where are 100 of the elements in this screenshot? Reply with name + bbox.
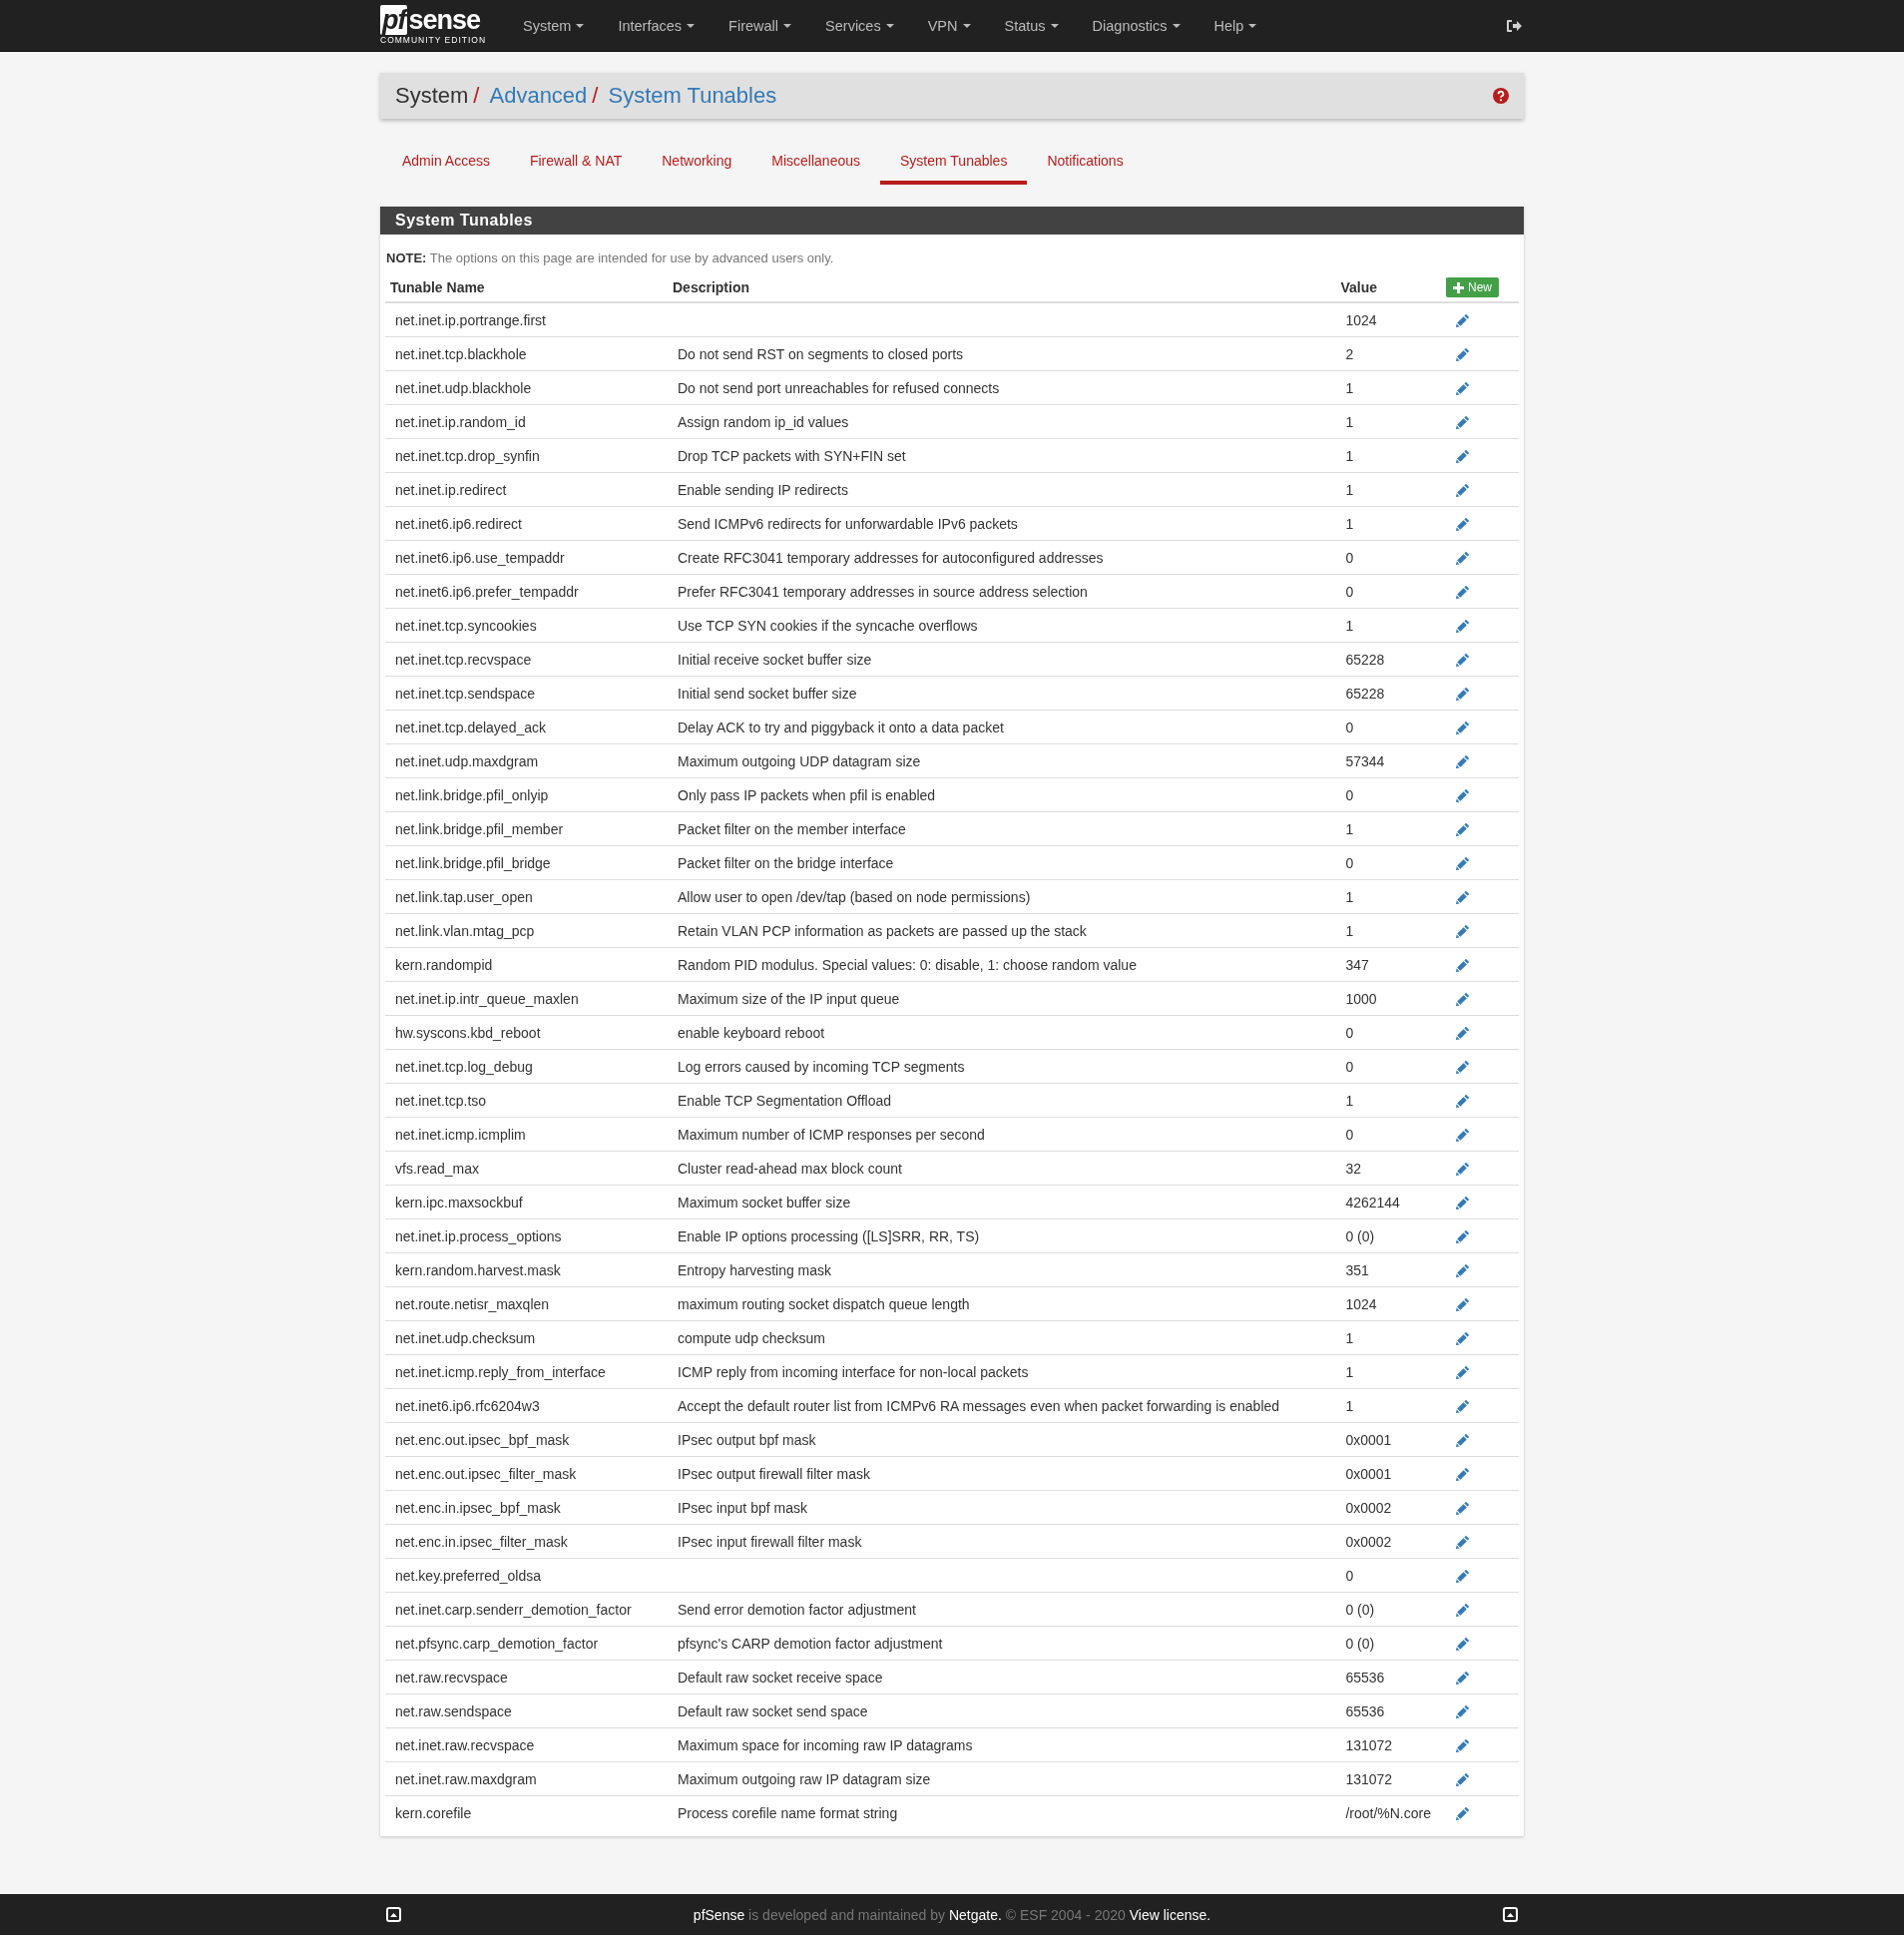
table-cell: net.pfsync.carp_demotion_factor <box>385 1626 668 1661</box>
nav-menu[interactable]: Diagnostics <box>1075 17 1197 34</box>
logout-icon[interactable] <box>1506 18 1522 33</box>
pencil-icon[interactable] <box>1456 855 1470 870</box>
nav-menu[interactable]: System <box>506 17 602 34</box>
pencil-icon[interactable] <box>1456 1670 1470 1685</box>
table-cell: 1 <box>1335 506 1441 541</box>
pencil-icon[interactable] <box>1456 380 1470 395</box>
pencil-icon[interactable] <box>1456 991 1470 1006</box>
pencil-icon[interactable] <box>1456 482 1470 497</box>
tab[interactable]: Networking <box>642 139 752 185</box>
pencil-icon[interactable] <box>1456 753 1470 768</box>
caret-icon <box>687 23 696 28</box>
table-cell: net.inet.udp.maxdgram <box>385 743 668 778</box>
table-cell: IPsec input bpf mask <box>678 1499 807 1516</box>
table-cell: Packet filter on the member interface <box>678 820 906 837</box>
table-cell: 1 <box>1335 1320 1441 1355</box>
table-cell: 65228 <box>1335 676 1441 711</box>
footer-link[interactable]: Netgate. <box>948 1906 1002 1923</box>
table-cell: maximum routing socket dispatch queue length <box>678 1295 970 1312</box>
pencil-icon[interactable] <box>1456 720 1470 734</box>
pencil-icon[interactable] <box>1456 1364 1470 1379</box>
footer-text: pfSense is developed and maintained by Netgate. © ESF 2004 - 2020 View license. <box>693 1906 1211 1923</box>
table-cell: Default raw socket receive space <box>678 1669 883 1686</box>
table-cell: net.inet.carp.senderr_demotion_factor <box>385 1592 668 1627</box>
pencil-icon[interactable] <box>1456 787 1470 802</box>
pencil-icon[interactable] <box>1456 1059 1470 1074</box>
pencil-icon[interactable] <box>1456 889 1470 904</box>
pencil-icon[interactable] <box>1456 1805 1470 1820</box>
pencil-icon[interactable] <box>1456 1602 1470 1617</box>
table-cell: Maximum outgoing UDP datagram size <box>678 752 921 769</box>
pencil-icon[interactable] <box>1456 414 1470 429</box>
pencil-icon[interactable] <box>1456 1161 1470 1176</box>
pencil-icon[interactable] <box>1456 1703 1470 1718</box>
scroll-up-icon[interactable] <box>386 1907 401 1922</box>
nav-menu[interactable]: VPN <box>910 17 988 34</box>
table-cell: net.inet.icmp.icmplim <box>385 1117 668 1152</box>
pencil-icon[interactable] <box>1456 1636 1470 1651</box>
footer-link[interactable]: pfSense <box>693 1906 745 1923</box>
tab[interactable]: System Tunables <box>880 139 1028 185</box>
pencil-icon[interactable] <box>1456 1398 1470 1413</box>
caret-icon <box>1172 23 1181 28</box>
tab[interactable]: Notifications <box>1027 139 1144 185</box>
tab[interactable]: Miscellaneous <box>751 139 880 185</box>
pencil-icon[interactable] <box>1456 1534 1470 1549</box>
table-cell: Initial send socket buffer size <box>678 685 857 702</box>
nav-menu[interactable]: Interfaces <box>601 17 713 34</box>
pencil-icon[interactable] <box>1456 652 1470 667</box>
table-cell: net.enc.in.ipsec_bpf_mask <box>385 1490 668 1525</box>
table-cell: 0 <box>1335 1049 1441 1084</box>
pencil-icon[interactable] <box>1456 550 1470 565</box>
table-cell: net.inet6.ip6.rfc6204w3 <box>385 1388 668 1423</box>
table-cell: net.inet.tcp.log_debug <box>385 1049 668 1084</box>
table-cell: Allow user to open /dev/tap (based on node permissions) <box>678 888 1031 905</box>
table-cell: 32 <box>1335 1151 1441 1186</box>
pencil-icon[interactable] <box>1456 1195 1470 1209</box>
table-cell: 0 <box>1335 540 1441 575</box>
tab[interactable]: Firewall & NAT <box>509 139 643 185</box>
pencil-icon[interactable] <box>1456 1500 1470 1515</box>
nav-menu[interactable]: Services <box>808 17 911 34</box>
pencil-icon[interactable] <box>1456 1025 1470 1040</box>
table-cell: net.enc.out.ipsec_bpf_mask <box>385 1422 668 1457</box>
table-cell: net.link.bridge.pfil_bridge <box>385 845 668 880</box>
table-cell: net.inet.tcp.delayed_ack <box>385 710 668 744</box>
table-cell: 1 <box>1335 811 1441 846</box>
pencil-icon[interactable] <box>1456 618 1470 633</box>
pencil-icon[interactable] <box>1456 1262 1470 1277</box>
pencil-icon[interactable] <box>1456 1330 1470 1345</box>
pencil-icon[interactable] <box>1456 686 1470 701</box>
tab[interactable]: Admin Access <box>382 139 510 185</box>
table-cell: Maximum outgoing raw IP datagram size <box>678 1770 931 1787</box>
pencil-icon[interactable] <box>1456 584 1470 599</box>
nav-menu[interactable]: Status <box>987 17 1076 34</box>
pencil-icon[interactable] <box>1456 448 1470 463</box>
nav-menu[interactable]: Help <box>1196 17 1274 34</box>
pencil-icon[interactable] <box>1456 1771 1470 1786</box>
nav-menu[interactable]: Firewall <box>712 17 809 34</box>
pencil-icon[interactable] <box>1456 346 1470 361</box>
scroll-up-icon[interactable] <box>1503 1907 1518 1922</box>
pfsense-logo[interactable]: pfsense COMMUNITY EDITION <box>380 6 487 45</box>
pencil-icon[interactable] <box>1456 1127 1470 1142</box>
pencil-icon[interactable] <box>1456 923 1470 938</box>
pencil-icon[interactable] <box>1456 1228 1470 1243</box>
pencil-icon[interactable] <box>1456 1737 1470 1752</box>
pencil-icon[interactable] <box>1456 1093 1470 1108</box>
pencil-icon[interactable] <box>1456 1466 1470 1481</box>
pencil-icon[interactable] <box>1456 1432 1470 1447</box>
footer-link[interactable]: View license. <box>1129 1906 1211 1923</box>
table-cell: net.inet6.ip6.use_tempaddr <box>385 540 668 575</box>
pencil-icon[interactable] <box>1456 516 1470 531</box>
pencil-icon[interactable] <box>1456 312 1470 327</box>
column-header: Tunable Name <box>385 273 668 302</box>
pencil-icon[interactable] <box>1456 957 1470 972</box>
help-icon[interactable] <box>1493 88 1509 104</box>
table-cell: 0x0001 <box>1335 1456 1441 1491</box>
table-cell: Enable IP options processing ([LS]SRR, RR, TS) <box>678 1227 980 1244</box>
pencil-icon[interactable] <box>1456 1568 1470 1583</box>
pencil-icon[interactable] <box>1456 1296 1470 1311</box>
pencil-icon[interactable] <box>1456 821 1470 836</box>
table-cell: 131072 <box>1335 1727 1441 1762</box>
